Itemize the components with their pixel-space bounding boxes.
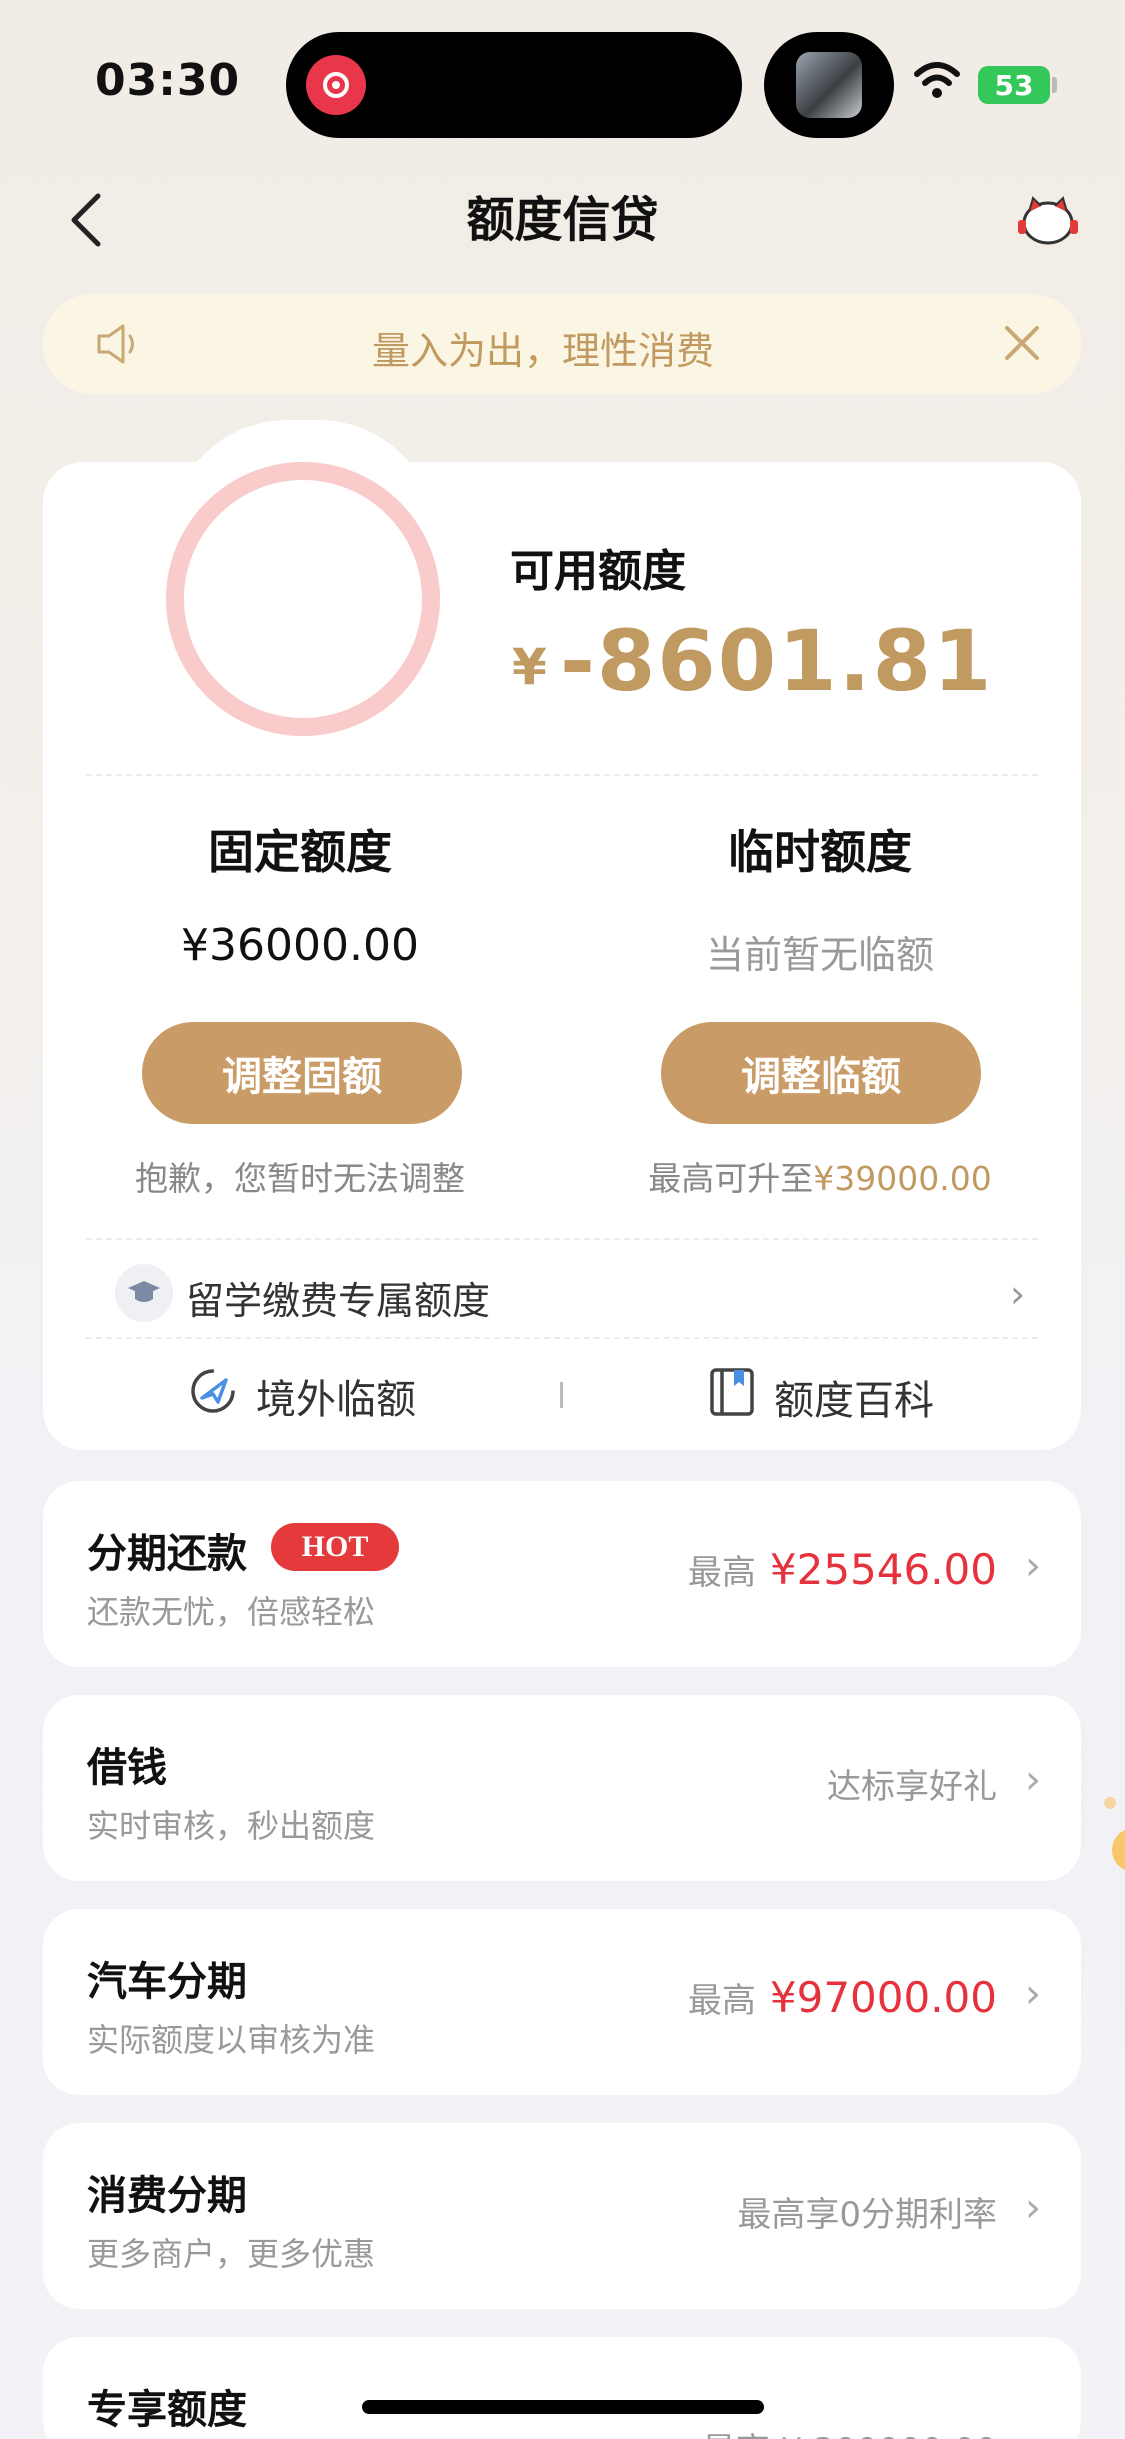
adjust-fixed-button[interactable]: 调整固额 [142,1022,462,1124]
book-icon [708,1366,756,1428]
gift-float-icon[interactable] [1096,1745,1125,1875]
credit-encyclopedia-link[interactable]: 额度百科 [708,1366,934,1428]
battery-icon: 53 [978,66,1050,104]
installment-repay-card[interactable]: 分期还款 HOT 还款无忧，倍感轻松 最高 ¥25546.00 › [43,1481,1081,1667]
close-icon[interactable] [1003,324,1041,366]
fixed-credit-note: 抱歉，您暂时无法调整 [135,1159,465,1198]
fixed-credit-title: 固定额度 [208,825,392,879]
notice-banner: 量入为出，理性消费 [43,294,1081,394]
overseas-credit-label: 境外临额 [256,1377,416,1423]
plane-icon [188,1366,238,1426]
chevron-right-icon: › [1025,1543,1041,1589]
product-offer: 最高 ¥ 300000.00 [702,2423,997,2439]
now-playing-island [764,32,894,138]
available-credit-amount: -8601.81 [560,612,994,710]
chevron-right-icon: › [1025,1971,1041,2017]
notice-text: 量入为出，理性消费 [371,329,714,373]
product-subtitle: 实时审核，秒出额度 [87,1807,376,1845]
temp-note-prefix: 最高可升至 [648,1159,814,1198]
graduation-cap-icon [115,1264,173,1322]
status-time: 03:30 [95,55,241,106]
product-title: 汽车分期 [87,1959,247,2005]
car-installment-card[interactable]: 汽车分期 实际额度以审核为准 最高 ¥97000.00 › [43,1909,1081,2095]
product-subtitle: 更多商户，更多优惠 [87,2235,376,2273]
offer-prefix: 最高 [687,1981,756,2021]
credit-encyclopedia-label: 额度百科 [774,1378,934,1424]
product-offer: 最高 ¥97000.00 [688,1973,997,2022]
product-title: 消费分期 [87,2173,247,2219]
offer-amount: ¥97000.00 [769,1973,997,2022]
product-offer: 达标享好礼 [827,1759,997,1808]
borrow-money-card[interactable]: 借钱 实时审核，秒出额度 达标享好礼 › [43,1695,1081,1881]
divider [86,1337,1038,1339]
separator [560,1382,563,1408]
currency-symbol: ¥ [512,638,547,696]
credit-usage-ring [166,462,440,736]
home-indicator[interactable] [362,2400,764,2414]
product-title: 分期还款 [87,1531,247,1577]
temp-note-amount: ¥39000.00 [813,1159,992,1198]
overseas-credit-link[interactable]: 境外临额 [188,1366,416,1426]
music-app-icon[interactable] [306,55,366,115]
adjust-temp-button[interactable]: 调整临额 [661,1022,981,1124]
exclusive-credit-card[interactable]: 专享额度 最高 ¥ 300000.00 [43,2337,1081,2439]
temp-credit-value: 当前暂无临额 [705,933,934,977]
product-title: 专享额度 [87,2387,247,2433]
study-abroad-item[interactable]: 留学缴费专属额度 [186,1270,490,1325]
offer-prefix: 最高 ¥ 300000.00 [702,2423,997,2439]
product-subtitle: 实际额度以审核为准 [87,2021,376,2059]
hot-badge: HOT [271,1523,399,1571]
product-title: 借钱 [87,1745,167,1791]
fixed-credit-value: ¥36000.00 [181,920,419,971]
page-title: 额度信贷 [466,192,659,248]
available-credit-label: 可用额度 [510,546,686,597]
offer-prefix: 最高 [687,1553,756,1593]
temp-credit-note: 最高可升至¥39000.00 [560,1152,1080,1200]
chevron-right-icon: › [1025,2185,1041,2231]
divider [86,1238,1038,1240]
customer-service-icon[interactable] [1015,190,1081,248]
battery-tip [1052,77,1057,93]
product-subtitle: 还款无忧，倍感轻松 [87,1593,376,1631]
chevron-right-icon: › [1025,1757,1041,1803]
offer-prefix: 最高享0分期利率 [737,2195,997,2235]
product-offer: 最高享0分期利率 [737,2187,997,2236]
temp-credit-title: 临时额度 [728,825,912,879]
offer-prefix: 达标享好礼 [827,1767,997,1807]
product-offer: 最高 ¥25546.00 [688,1545,997,1594]
divider [86,774,1038,776]
album-art [796,52,862,118]
offer-amount: ¥25546.00 [769,1545,997,1594]
consumer-installment-card[interactable]: 消费分期 更多商户，更多优惠 最高享0分期利率 › [43,2123,1081,2309]
wifi-icon [912,58,962,106]
dynamic-island [286,32,742,138]
chevron-right-icon[interactable]: › [1010,1272,1025,1316]
